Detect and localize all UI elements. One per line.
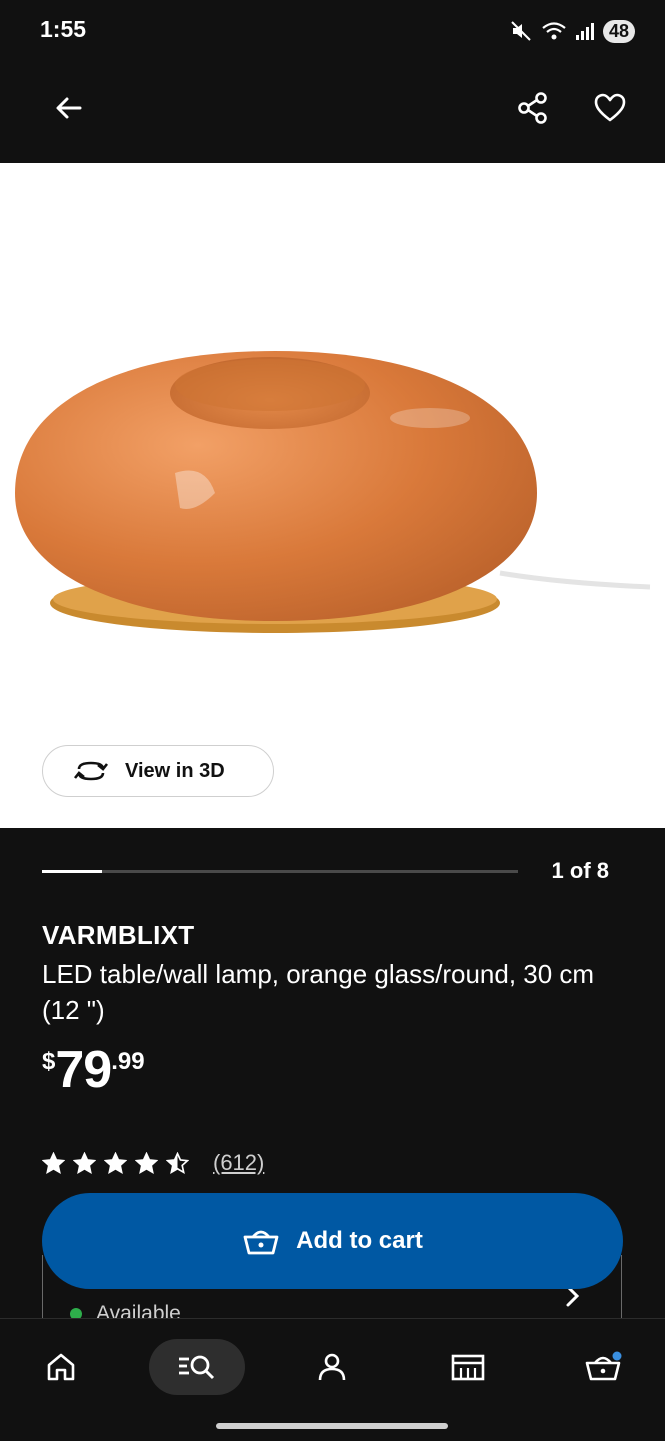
home-icon (47, 1353, 75, 1381)
nav-profile[interactable] (284, 1339, 380, 1395)
star-full-icon (104, 1152, 127, 1174)
search-icon (179, 1355, 215, 1380)
product-image (15, 351, 651, 633)
status-time: 1:55 (40, 16, 87, 42)
product-rating[interactable]: (612) (42, 1150, 264, 1176)
battery-level: 48 (602, 19, 635, 43)
gallery-progress-track (42, 870, 518, 873)
signal-icon (575, 23, 594, 40)
share-button[interactable] (507, 82, 559, 134)
favorite-button[interactable] (584, 82, 636, 134)
add-to-cart-button[interactable]: Add to cart (42, 1193, 623, 1289)
status-icons: 48 (509, 14, 635, 48)
share-icon (518, 92, 547, 124)
star-half-icon (166, 1152, 189, 1174)
product-image-area[interactable]: View in 3D (0, 163, 665, 828)
basket-icon (243, 1230, 279, 1255)
cart-basket-icon (585, 1351, 622, 1381)
star-full-icon (135, 1152, 158, 1174)
store-icon (451, 1354, 485, 1381)
arrow-left-icon (56, 97, 82, 119)
home-indicator (216, 1423, 448, 1429)
rating-stars (42, 1152, 189, 1174)
price-integer: 79 (55, 1041, 112, 1099)
star-full-icon (73, 1152, 96, 1174)
gallery-progress-fill (42, 870, 102, 873)
wifi-icon (542, 22, 566, 40)
add-to-cart-label: Add to cart (296, 1227, 423, 1254)
product-name: VARMBLIXT (42, 920, 195, 950)
view-3d-button[interactable]: View in 3D (42, 745, 274, 797)
product-description: LED table/wall lamp, orange glass/round,… (42, 959, 595, 1025)
gallery-counter: 1 of 8 (551, 858, 609, 883)
product-price: $ 79 .99 (42, 1040, 145, 1100)
cart-badge (612, 1351, 622, 1361)
price-currency: $ (42, 1048, 56, 1075)
review-count-link[interactable]: (612) (213, 1150, 264, 1176)
heart-icon (594, 93, 626, 122)
back-button[interactable] (43, 82, 95, 134)
mute-icon (511, 21, 531, 41)
nav-home[interactable] (13, 1339, 109, 1395)
view-3d-label: View in 3D (125, 759, 225, 782)
person-icon (318, 1353, 346, 1381)
price-decimal: .99 (111, 1048, 145, 1075)
nav-cart[interactable] (556, 1339, 652, 1395)
app-bar (0, 60, 665, 163)
rotate-3d-icon (73, 761, 109, 781)
status-bar: 1:55 48 (0, 0, 665, 60)
nav-search[interactable] (149, 1339, 245, 1395)
nav-store[interactable] (420, 1339, 516, 1395)
star-full-icon (42, 1152, 65, 1174)
